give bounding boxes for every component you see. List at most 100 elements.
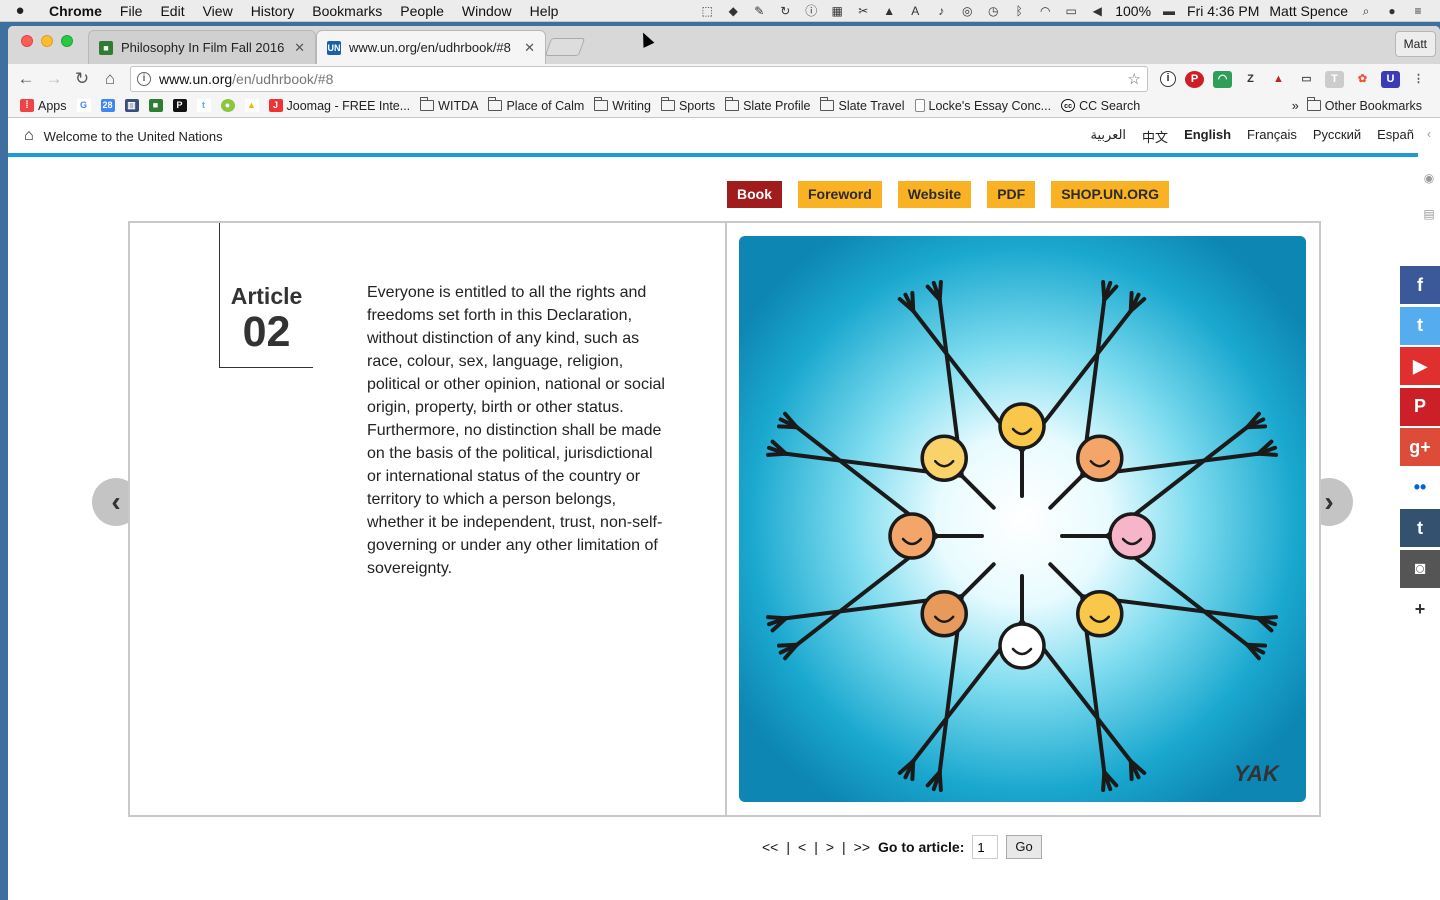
airplay-icon[interactable]: ▭: [1063, 4, 1079, 18]
menu-edit[interactable]: Edit: [151, 3, 193, 19]
dictation-icon[interactable]: ◎: [959, 4, 975, 18]
bookmark-cc-search[interactable]: cc CC Search: [1061, 99, 1140, 113]
goto-article-input[interactable]: [972, 835, 999, 859]
reload-icon[interactable]: ↻: [68, 69, 96, 89]
window-minimize-button[interactable]: [41, 35, 53, 47]
menu-history[interactable]: History: [242, 3, 304, 19]
site-info-icon[interactable]: i: [137, 72, 151, 86]
profile-button[interactable]: Matt: [1394, 31, 1436, 57]
bookmark-star-icon[interactable]: ☆: [1128, 70, 1141, 88]
pager-last-link[interactable]: >>: [854, 839, 870, 855]
evernote-icon[interactable]: ✎: [751, 4, 767, 18]
drive-tray-icon[interactable]: ▲: [881, 4, 897, 18]
bookmark-twitter[interactable]: t: [196, 99, 211, 112]
window-zoom-button[interactable]: [61, 35, 73, 47]
bookmark-pocket[interactable]: P: [172, 99, 187, 112]
time-machine-icon[interactable]: ◷: [985, 4, 1001, 18]
more-share-button[interactable]: +: [1400, 590, 1440, 628]
bookmark-folder-sports[interactable]: Sports: [660, 97, 715, 113]
volume-icon[interactable]: ◀: [1089, 4, 1105, 18]
nav-pdf-button[interactable]: PDF: [987, 181, 1036, 208]
wifi-icon[interactable]: ◠: [1037, 4, 1053, 18]
facebook-share-button[interactable]: f: [1400, 266, 1440, 304]
youtube-share-button[interactable]: ▶: [1400, 347, 1440, 385]
bookmark-folder-slate-profile[interactable]: Slate Profile: [725, 97, 810, 113]
menu-app-name[interactable]: Chrome: [40, 3, 111, 19]
bookmark-locke-essay[interactable]: Locke's Essay Conc...: [914, 99, 1051, 113]
home-icon[interactable]: ⌂: [96, 69, 124, 89]
instagram-share-button[interactable]: ◙: [1400, 549, 1440, 588]
bookmark-folder-slate-travel[interactable]: Slate Travel: [820, 97, 905, 113]
flickr-share-button[interactable]: ••: [1400, 468, 1440, 507]
chrome-menu-icon[interactable]: ⋮: [1409, 71, 1428, 88]
apple-menu-icon[interactable]: ●: [0, 2, 40, 19]
window-close-button[interactable]: [21, 35, 33, 47]
lang-russian[interactable]: Русский: [1313, 127, 1361, 146]
menu-help[interactable]: Help: [521, 3, 568, 19]
googleplus-share-button[interactable]: g+: [1400, 428, 1440, 466]
bookmark-joomag[interactable]: J Joomag - FREE Inte...: [268, 99, 410, 113]
comment-extension-icon[interactable]: ▭: [1297, 71, 1316, 88]
new-tab-button[interactable]: [544, 38, 586, 56]
spotlight-search-icon[interactable]: ⌕: [1358, 4, 1374, 18]
onepassword-extension-icon[interactable]: i: [1160, 71, 1176, 87]
microphone-icon[interactable]: ♪: [933, 4, 949, 18]
screenshot-icon[interactable]: ⬚: [699, 4, 715, 18]
menu-window[interactable]: Window: [453, 3, 521, 19]
tab-philosophy[interactable]: ■ Philosophy In Film Fall 2016 ✕: [88, 30, 316, 64]
menu-bookmarks[interactable]: Bookmarks: [303, 3, 391, 19]
lang-spanish[interactable]: Españ: [1377, 127, 1414, 146]
lang-arabic[interactable]: العربية: [1091, 127, 1127, 146]
lang-english[interactable]: English: [1184, 127, 1231, 146]
lang-chinese[interactable]: 中文: [1142, 127, 1168, 146]
bookmarks-overflow-icon[interactable]: »: [1292, 99, 1299, 113]
home-icon[interactable]: ⌂: [24, 127, 34, 145]
forward-icon[interactable]: →: [40, 69, 68, 89]
bookmark-classroom[interactable]: ■: [148, 99, 163, 112]
zotero-extension-icon[interactable]: Z: [1241, 71, 1260, 88]
address-bar[interactable]: i www.un.org/en/udhrbook/#8 ☆: [130, 66, 1148, 92]
siri-icon[interactable]: ●: [1384, 4, 1400, 18]
lang-french[interactable]: Français: [1247, 127, 1297, 146]
scissors-icon[interactable]: ✂: [855, 4, 871, 18]
pager-prev-link[interactable]: <: [798, 839, 806, 855]
user-name[interactable]: Matt Spence: [1269, 3, 1348, 19]
car-extension-icon[interactable]: ▲: [1269, 71, 1288, 88]
menu-file[interactable]: File: [111, 3, 152, 19]
onepassword-icon[interactable]: ⓘ: [803, 4, 819, 18]
pinterest-share-button[interactable]: P: [1400, 387, 1440, 426]
menu-view[interactable]: View: [194, 3, 242, 19]
eye-icon[interactable]: ◉: [1418, 171, 1440, 185]
bookmark-apple[interactable]: ●: [220, 99, 235, 112]
bookmark-drive[interactable]: ▲: [244, 99, 259, 112]
twitter-share-button[interactable]: t: [1400, 306, 1440, 345]
go-button[interactable]: Go: [1006, 835, 1042, 859]
nav-book-button[interactable]: Book: [727, 181, 782, 208]
bookmark-folder-witda[interactable]: WITDA: [420, 97, 478, 113]
battery-icon[interactable]: ▬: [1161, 4, 1177, 18]
sync-icon[interactable]: ↻: [777, 4, 793, 18]
battery-percent[interactable]: 100%: [1115, 3, 1151, 19]
text-extension-icon[interactable]: T: [1325, 70, 1344, 88]
nav-shop-button[interactable]: SHOP.UN.ORG: [1051, 181, 1169, 208]
menu-people[interactable]: People: [391, 3, 453, 19]
dropbox-icon[interactable]: ◆: [725, 4, 741, 18]
bookmark-google[interactable]: G: [76, 99, 91, 112]
bluetooth-icon[interactable]: ᛒ: [1011, 4, 1027, 18]
tab-close-icon[interactable]: ✕: [294, 40, 305, 56]
u-extension-icon[interactable]: U: [1381, 70, 1400, 88]
nav-foreword-button[interactable]: Foreword: [798, 181, 882, 208]
pager-first-link[interactable]: <<: [762, 839, 778, 855]
back-icon[interactable]: ←: [12, 69, 40, 89]
tab-un-udhr[interactable]: UN www.un.org/en/udhrbook/#8 ✕: [316, 30, 546, 64]
bookmark-calendar[interactable]: 28: [100, 99, 115, 112]
tab-close-icon[interactable]: ✕: [524, 40, 535, 56]
notification-center-icon[interactable]: ≡: [1410, 4, 1426, 18]
bookmark-folder-writing[interactable]: Writing: [594, 97, 651, 113]
pager-next-link[interactable]: >: [826, 839, 834, 855]
text-tray-icon[interactable]: A: [907, 4, 923, 18]
notes-icon[interactable]: ▤: [1418, 207, 1440, 221]
bookmark-folder-place-of-calm[interactable]: Place of Calm: [488, 97, 584, 113]
un-welcome-link[interactable]: Welcome to the United Nations: [44, 129, 223, 144]
bookmark-book[interactable]: ▥: [124, 99, 139, 112]
